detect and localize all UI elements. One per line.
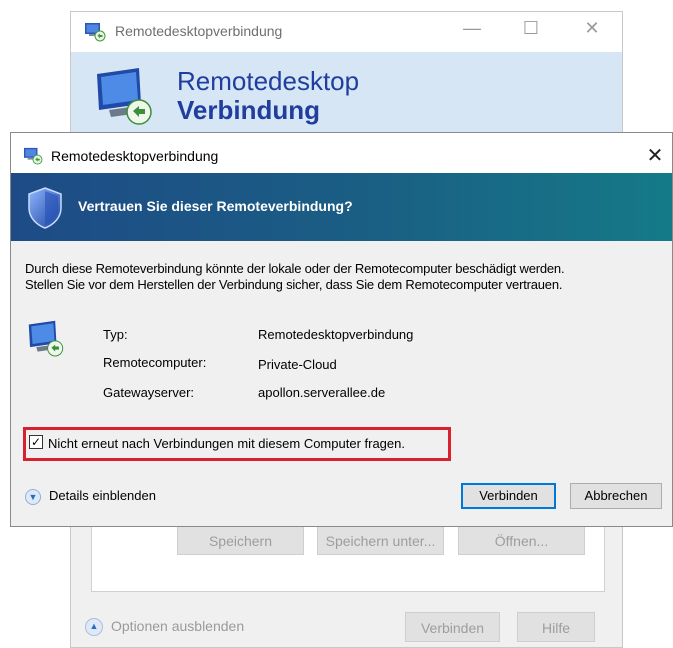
cancel-button[interactable]: Abbrechen: [570, 483, 662, 509]
remote-computer-value: Private-Cloud: [258, 357, 337, 372]
dont-ask-again-checkbox[interactable]: ✓: [29, 435, 43, 449]
dialog-header: Vertrauen Sie dieser Remoteverbindung?: [11, 173, 672, 241]
dialog-title: Remotedesktopverbindung: [51, 148, 219, 164]
hide-options-label: Optionen ausblenden: [111, 618, 245, 634]
minimize-button[interactable]: —: [457, 18, 487, 39]
connect-button[interactable]: Verbinden: [461, 483, 556, 509]
save-button[interactable]: Speichern: [177, 525, 304, 555]
gateway-server-value: apollon.serverallee.de: [258, 385, 386, 400]
remote-desktop-large-icon: [91, 66, 161, 133]
warning-description: Durch diese Remoteverbindung könnte der …: [25, 261, 665, 293]
hide-options-toggle[interactable]: ▲ Optionen ausblenden: [85, 618, 245, 637]
maximize-button[interactable]: ☐: [516, 18, 546, 39]
chevron-up-icon: ▲: [85, 618, 103, 637]
background-close-button[interactable]: ✕: [577, 18, 607, 39]
type-value: Remotedesktopverbindung: [258, 327, 414, 342]
trust-dialog: Remotedesktopverbindung ✕ Vertrauen Sie …: [10, 132, 673, 527]
background-titlebar: Remotedesktopverbindung — ☐ ✕: [71, 12, 622, 52]
background-window-title: Remotedesktopverbindung: [115, 23, 283, 39]
background-connect-button[interactable]: Verbinden: [405, 612, 500, 642]
remote-desktop-large-icon: [25, 319, 69, 364]
remote-desktop-icon: [84, 22, 106, 47]
help-button[interactable]: Hilfe: [517, 612, 595, 642]
chevron-down-icon: ▼: [25, 488, 41, 505]
open-button[interactable]: Öffnen...: [458, 525, 585, 555]
background-banner: Remotedesktop Verbindung: [71, 52, 622, 132]
gateway-server-label: Gatewayserver:: [103, 385, 195, 400]
show-details-toggle[interactable]: ▼ Details einblenden: [25, 488, 156, 505]
highlight-frame: ✓ Nicht erneut nach Verbindungen mit die…: [23, 427, 451, 461]
description-line-1: Durch diese Remoteverbindung könnte der …: [25, 261, 565, 276]
banner-title-line2: Verbindung: [177, 95, 320, 125]
save-as-button[interactable]: Speichern unter...: [317, 525, 444, 555]
type-label: Typ:: [103, 327, 128, 342]
banner-title-line1: Remotedesktop: [177, 66, 360, 96]
dialog-titlebar: Remotedesktopverbindung ✕: [11, 133, 672, 173]
remote-desktop-icon: [23, 147, 43, 170]
dialog-heading: Vertrauen Sie dieser Remoteverbindung?: [78, 198, 353, 214]
description-line-2: Stellen Sie vor dem Herstellen der Verbi…: [25, 277, 563, 292]
shield-icon: [25, 186, 65, 235]
dont-ask-again-label[interactable]: Nicht erneut nach Verbindungen mit diese…: [48, 436, 405, 451]
show-details-label: Details einblenden: [49, 488, 156, 503]
dialog-close-button[interactable]: ✕: [640, 143, 670, 168]
remote-computer-label: Remotecomputer:: [103, 355, 207, 370]
